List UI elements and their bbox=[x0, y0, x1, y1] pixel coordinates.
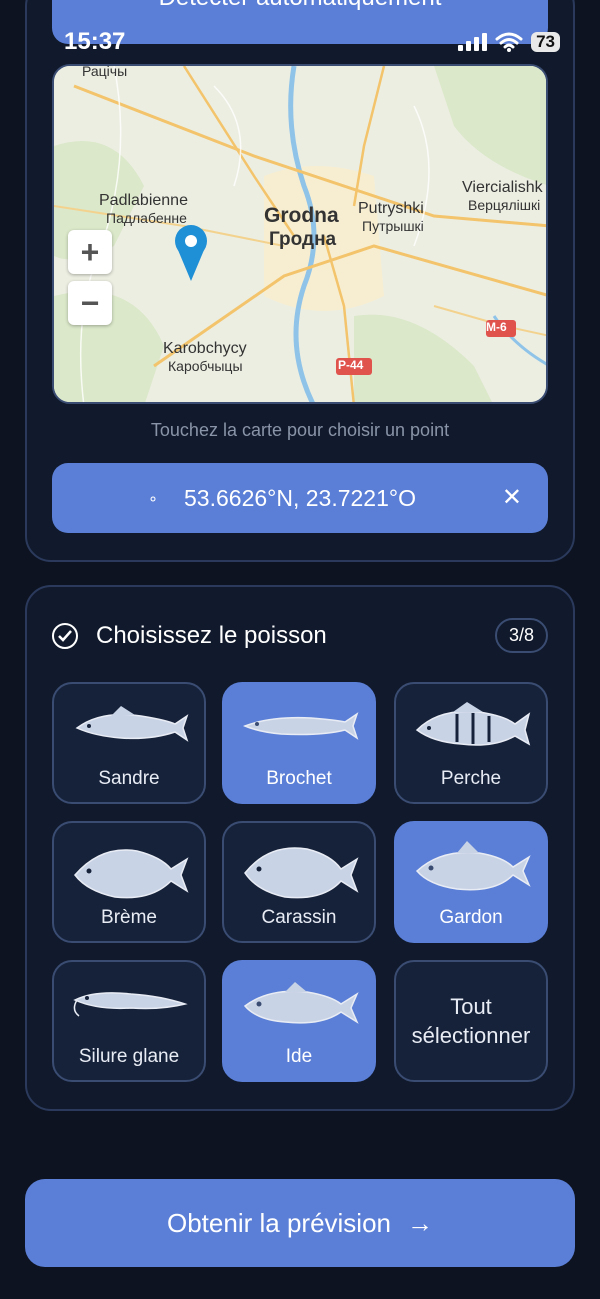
carassin-fish-icon bbox=[244, 847, 359, 899]
zoom-out-button[interactable]: − bbox=[68, 281, 112, 325]
zoom-in-button[interactable]: + bbox=[68, 230, 112, 274]
coordinates-field[interactable]: ∘ 53.6626°N, 23.7221°O ✕ bbox=[52, 463, 548, 533]
fish-label: Carassin bbox=[261, 907, 337, 928]
signal-icon bbox=[458, 33, 488, 51]
map-hint: Touchez la carte pour choisir un point bbox=[150, 420, 450, 440]
fish-tile-gardon[interactable]: Gardon bbox=[394, 821, 548, 943]
fish-tile-perche[interactable]: Perche bbox=[394, 682, 548, 804]
gardon-fish-icon bbox=[415, 841, 531, 891]
fish-label: Brochet bbox=[266, 768, 332, 789]
fish-label: Sandre bbox=[98, 768, 160, 789]
fish-section-title: Choisissez le poisson bbox=[96, 622, 327, 649]
select-all-button[interactable]: Tout sélectionner bbox=[394, 960, 548, 1082]
get-forecast-label: Obtenir la prévision bbox=[167, 1207, 391, 1238]
map-label: Верцялішкі bbox=[468, 197, 541, 213]
arrow-right-icon: → bbox=[407, 1207, 433, 1238]
map-label: Каробчыцы bbox=[168, 358, 243, 374]
map-label: Viercialishk bbox=[462, 179, 543, 196]
fish-label: Ide bbox=[285, 1046, 313, 1067]
fish-label: Perche bbox=[440, 768, 502, 789]
silure-fish-icon bbox=[73, 992, 188, 1017]
road-badge: P-44 bbox=[338, 358, 364, 372]
check-circle-icon bbox=[52, 623, 78, 649]
breme-fish-icon bbox=[74, 849, 189, 899]
selection-count-badge: 3/8 bbox=[494, 618, 548, 653]
fish-section-header: Choisissez le poisson 3/8 bbox=[52, 618, 548, 653]
map-label: Padlabienne bbox=[99, 192, 188, 209]
road-badge: M-6 bbox=[486, 320, 507, 334]
get-forecast-button[interactable]: Obtenir la prévision → bbox=[25, 1179, 575, 1267]
map-label: Падлабенне bbox=[106, 210, 187, 226]
map-label: Гродна bbox=[269, 229, 337, 250]
coordinates-dot-icon: ∘ bbox=[148, 491, 159, 508]
fish-tile-brochet[interactable]: Brochet bbox=[222, 682, 376, 804]
status-icons: 73 bbox=[457, 32, 560, 52]
fish-tile-ide[interactable]: Ide bbox=[222, 960, 376, 1082]
map-label: Grodna bbox=[264, 204, 339, 227]
select-all-label: Tout sélectionner bbox=[411, 994, 531, 1048]
fish-tile-breme[interactable]: Brème bbox=[52, 821, 206, 943]
coordinates-value: 53.6626°N, 23.7221°O bbox=[184, 484, 416, 511]
fish-tile-silure-glane[interactable]: Silure glane bbox=[52, 960, 206, 1082]
map-label: Putryshki bbox=[358, 200, 424, 217]
perche-fish-icon bbox=[415, 702, 531, 746]
fish-label: Gardon bbox=[439, 907, 503, 928]
brochet-fish-icon bbox=[243, 712, 359, 740]
ide-fish-icon bbox=[243, 982, 359, 1024]
sandre-fish-icon bbox=[75, 706, 189, 742]
clear-coordinates-button[interactable]: ✕ bbox=[502, 483, 522, 512]
fish-tile-sandre[interactable]: Sandre bbox=[52, 682, 206, 804]
map-label: Путрышкі bbox=[362, 218, 424, 234]
status-time: 15:37 bbox=[64, 28, 126, 55]
status-bar: 15:37 73 bbox=[0, 22, 600, 62]
detect-location-label: Détecter automatiquement bbox=[159, 0, 442, 12]
map-label: Рацічы bbox=[82, 63, 128, 79]
battery-level: 73 bbox=[531, 32, 560, 52]
map-label: Karobchycy bbox=[163, 340, 247, 357]
fish-label: Silure glane bbox=[78, 1046, 180, 1067]
fish-label: Brème bbox=[101, 907, 157, 928]
wifi-icon bbox=[495, 32, 523, 52]
fish-tile-carassin[interactable]: Carassin bbox=[222, 821, 376, 943]
